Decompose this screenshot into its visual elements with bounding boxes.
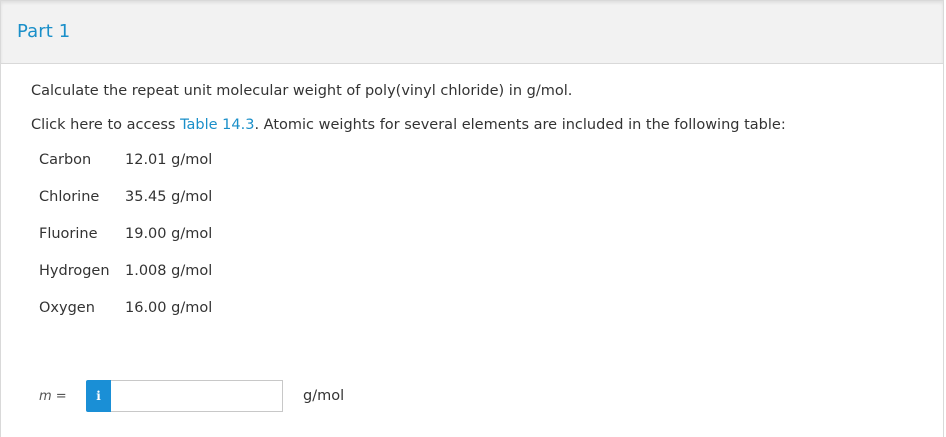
element-name: Chlorine (39, 189, 100, 205)
element-name: Hydrogen (39, 263, 110, 279)
question-panel: Part 1 Calculate the repeat unit molecul… (0, 0, 944, 437)
element-name: Fluorine (39, 226, 98, 242)
variable-label: m = (39, 389, 67, 404)
equals-sign: = (51, 389, 67, 404)
variable-symbol: m (39, 389, 52, 404)
part-title: Part 1 (17, 21, 71, 42)
info-icon[interactable]: i (86, 380, 111, 412)
element-weight: 1.008 g/mol (125, 263, 213, 279)
access-prefix: Click here to access (31, 117, 181, 133)
access-line: Click here to access Table 14.3. Atomic … (31, 117, 786, 133)
element-name: Carbon (39, 152, 92, 168)
element-weight: 19.00 g/mol (125, 226, 213, 242)
unit-label: g/mol (303, 388, 345, 404)
answer-input[interactable] (111, 380, 283, 412)
element-weight: 35.45 g/mol (125, 189, 213, 205)
element-weight: 16.00 g/mol (125, 300, 213, 316)
element-weight: 12.01 g/mol (125, 152, 213, 168)
element-name: Oxygen (39, 300, 95, 316)
part-header: Part 1 (1, 0, 943, 64)
question-text: Calculate the repeat unit molecular weig… (31, 83, 573, 99)
table-link[interactable]: Table 14.3 (180, 117, 254, 133)
access-suffix: . Atomic weights for several elements ar… (254, 117, 786, 133)
